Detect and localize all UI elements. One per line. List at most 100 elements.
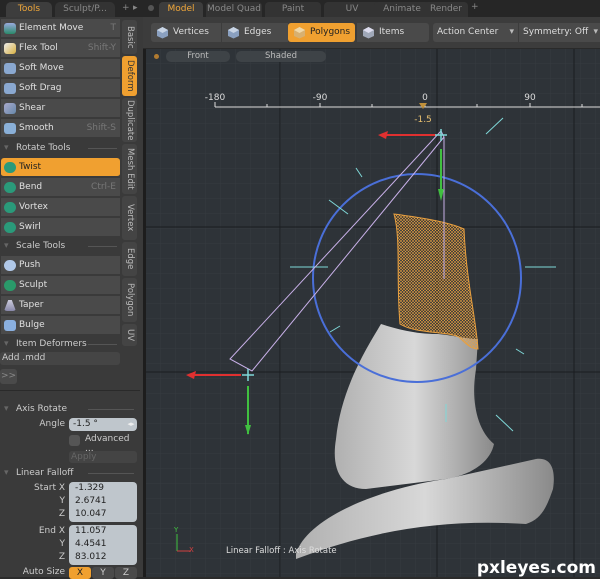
vtab-basic[interactable]: Basic bbox=[122, 20, 137, 54]
vtab-duplicate[interactable]: Duplicate bbox=[122, 98, 137, 142]
tool-label: Twist bbox=[19, 162, 42, 172]
tool-list: Element Move T Flex Tool Shift-Y Soft Move… bbox=[0, 18, 121, 340]
tool-label: Shear bbox=[19, 103, 46, 113]
tool-flex[interactable]: Flex Tool Shift-Y bbox=[1, 39, 120, 58]
more-tabs-arrow-icon[interactable]: ▸ bbox=[133, 3, 138, 13]
start-z-input[interactable]: 10.047 bbox=[75, 509, 107, 519]
tab-paint[interactable]: Paint bbox=[265, 2, 321, 17]
tool-vortex[interactable]: Vortex bbox=[1, 198, 120, 217]
vtab-edge[interactable]: Edge bbox=[122, 242, 137, 276]
group-scale-tools[interactable]: Scale Tools bbox=[0, 238, 121, 255]
mode-edges-button[interactable]: Edges bbox=[222, 23, 288, 42]
tool-soft-move[interactable]: Soft Move bbox=[1, 59, 120, 78]
start-x-input[interactable]: -1.329 bbox=[75, 483, 104, 493]
vtab-vertex[interactable]: Vertex bbox=[122, 196, 137, 240]
tool-label: Smooth bbox=[19, 123, 54, 133]
start-z-label: Z bbox=[58, 509, 65, 519]
end-z-input[interactable]: 83.012 bbox=[75, 552, 107, 562]
action-center-dropdown[interactable]: Action Center ▾ bbox=[433, 23, 518, 42]
tab-sculpt-paint[interactable]: Sculpt/P... bbox=[55, 2, 115, 17]
selection-toolbar: Vertices Edges Polygons Items Action Cen… bbox=[143, 17, 600, 49]
tab-uv[interactable]: UV bbox=[324, 2, 380, 17]
expand-button[interactable]: >> bbox=[0, 369, 17, 384]
advanced-checkbox[interactable] bbox=[69, 435, 80, 446]
shading-dropdown[interactable]: Shaded bbox=[236, 51, 326, 62]
shear-icon bbox=[4, 103, 16, 114]
smooth-icon bbox=[4, 123, 16, 134]
tab-animate[interactable]: Animate bbox=[374, 2, 430, 17]
element-move-icon bbox=[4, 23, 16, 34]
end-y-input[interactable]: 4.4541 bbox=[75, 539, 107, 549]
viewport-menu-icon[interactable] bbox=[154, 54, 159, 59]
tab-render[interactable]: Render bbox=[424, 2, 468, 17]
tool-label: Push bbox=[19, 260, 41, 270]
tool-label: Vortex bbox=[19, 202, 48, 212]
tool-label: Bulge bbox=[19, 320, 45, 330]
push-icon bbox=[4, 260, 16, 271]
axis-y-label: Y bbox=[173, 526, 179, 534]
tool-bend[interactable]: Bend Ctrl-E bbox=[1, 178, 120, 197]
chevron-down-icon: ▾ bbox=[593, 27, 598, 37]
view-dropdown[interactable]: Front bbox=[166, 51, 230, 62]
vertices-cube-icon bbox=[156, 26, 169, 39]
tool-element-move[interactable]: Element Move T bbox=[1, 19, 120, 38]
tool-label: Bend bbox=[19, 182, 43, 192]
ruler-tick-label: 90 bbox=[524, 93, 536, 103]
chevron-down-icon: ▾ bbox=[509, 27, 514, 37]
end-x-input[interactable]: 11.057 bbox=[75, 526, 107, 536]
apply-button[interactable]: Apply bbox=[69, 451, 137, 463]
vtab-uv[interactable]: UV bbox=[122, 324, 137, 346]
add-mdd-button[interactable]: Add .mdd bbox=[0, 352, 120, 365]
mode-vertices-button[interactable]: Vertices bbox=[151, 23, 221, 42]
soft-drag-icon bbox=[4, 83, 16, 94]
tool-shear[interactable]: Shear bbox=[1, 99, 120, 118]
3d-viewport[interactable]: -180 -90 0 90 -1.5 Y X Linear Falloff: … bbox=[143, 49, 600, 577]
linear-falloff-header: Linear Falloff bbox=[0, 465, 138, 482]
auto-size-y-button[interactable]: Y bbox=[92, 567, 114, 579]
tool-label: Sculpt bbox=[19, 280, 48, 290]
ruler-tick-label: -90 bbox=[313, 93, 328, 103]
add-layout-button[interactable]: + bbox=[471, 2, 479, 12]
start-y-label: Y bbox=[59, 496, 66, 506]
start-x-label: Start X bbox=[33, 483, 65, 493]
angle-value: -1.5 ° bbox=[73, 419, 98, 429]
mode-label: Vertices bbox=[173, 27, 209, 37]
angle-label: Angle bbox=[39, 419, 65, 429]
status-text: Linear Falloff : Axis Rotate bbox=[226, 546, 337, 556]
start-y-input[interactable]: 2.6741 bbox=[75, 496, 107, 506]
angle-input[interactable]: -1.5 ° ◂▸ bbox=[69, 418, 137, 431]
tool-label: Soft Move bbox=[19, 63, 64, 73]
flex-tool-icon bbox=[4, 43, 16, 54]
group-item-deformers[interactable]: Item Deformers bbox=[0, 336, 121, 353]
group-rotate-tools[interactable]: Rotate Tools bbox=[0, 140, 121, 157]
tool-taper[interactable]: Taper bbox=[1, 296, 120, 315]
tab-model-quad[interactable]: Model Quad bbox=[206, 2, 262, 17]
tool-label: Soft Drag bbox=[19, 83, 62, 93]
viewport-canvas[interactable]: -180 -90 0 90 -1.5 Y X Linear Falloff: … bbox=[146, 49, 600, 577]
tool-sculpt[interactable]: Sculpt bbox=[1, 276, 120, 295]
tab-tools[interactable]: Tools bbox=[6, 2, 52, 17]
tool-label: Swirl bbox=[19, 222, 41, 232]
tool-soft-drag[interactable]: Soft Drag bbox=[1, 79, 120, 98]
tool-panel: Tools Sculpt/P... + ▸ Element Move T Flex… bbox=[0, 0, 143, 579]
swirl-icon bbox=[4, 222, 16, 233]
tool-twist[interactable]: Twist bbox=[1, 158, 120, 177]
tool-swirl[interactable]: Swirl bbox=[1, 218, 120, 237]
symmetry-dropdown[interactable]: Symmetry: Off ▾ bbox=[519, 23, 600, 42]
auto-size-z-button[interactable]: Z bbox=[115, 567, 137, 579]
tool-push[interactable]: Push bbox=[1, 256, 120, 275]
vtab-mesh-edit[interactable]: Mesh Edit bbox=[122, 144, 137, 194]
mode-polygons-button[interactable]: Polygons bbox=[288, 23, 355, 42]
auto-size-x-button[interactable]: X bbox=[69, 567, 91, 579]
soft-move-icon bbox=[4, 63, 16, 74]
menu-dot-icon[interactable] bbox=[148, 5, 154, 11]
add-tab-button[interactable]: + bbox=[122, 3, 130, 13]
vtab-polygon[interactable]: Polygon bbox=[122, 278, 137, 322]
mode-items-button[interactable]: Items bbox=[357, 23, 429, 42]
vtab-deform[interactable]: Deform bbox=[122, 56, 137, 96]
shortcut: Shift-Y bbox=[87, 43, 116, 53]
tool-smooth[interactable]: Smooth Shift-S bbox=[1, 119, 120, 138]
tool-bulge[interactable]: Bulge bbox=[1, 316, 120, 335]
tab-model[interactable]: Model bbox=[159, 2, 203, 17]
angle-spinner-icon[interactable]: ◂▸ bbox=[127, 420, 135, 429]
